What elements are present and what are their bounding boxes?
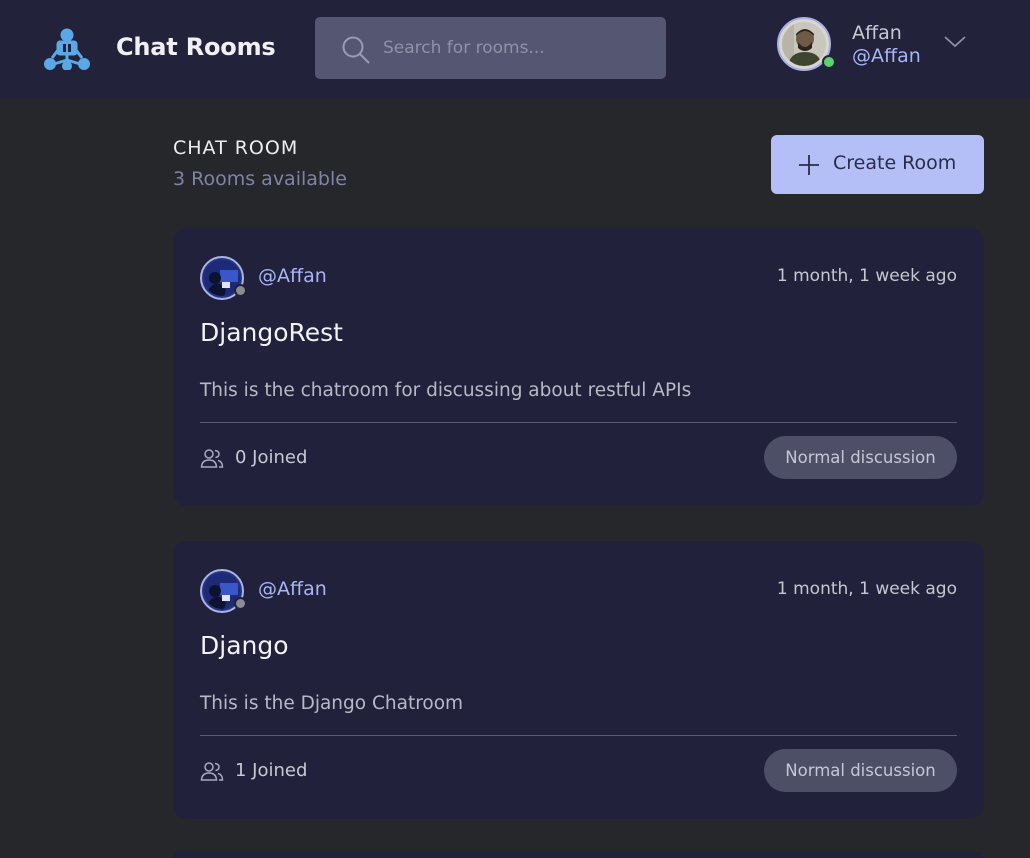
host-handle[interactable]: @Affan (258, 578, 327, 600)
joined-count: 1 Joined (235, 760, 308, 781)
room-title[interactable]: DjangoRest (200, 318, 343, 347)
top-header: Chat Rooms Affan @Affan (0, 0, 1030, 99)
room-timestamp: 1 month, 1 week ago (776, 266, 957, 286)
search-icon (342, 36, 370, 64)
room-title[interactable]: Django (200, 631, 289, 660)
room-timestamp: 1 month, 1 week ago (776, 579, 957, 599)
room-card[interactable]: @Affan 1 month, 1 week ago DjangoRest Th… (173, 228, 984, 506)
plus-icon (799, 155, 819, 175)
user-avatar-image (782, 22, 826, 66)
host-status-dot (234, 597, 247, 610)
room-card[interactable] (173, 852, 984, 858)
people-icon (200, 762, 224, 781)
online-status-dot (822, 55, 836, 69)
search-bar[interactable] (315, 17, 666, 79)
user-avatar[interactable] (777, 17, 836, 71)
topic-badge[interactable]: Normal discussion (764, 749, 957, 792)
joined-count: 0 Joined (235, 447, 308, 468)
host-avatar[interactable] (200, 256, 247, 300)
rooms-count: 3 Rooms available (173, 168, 347, 190)
room-card[interactable]: @Affan 1 month, 1 week ago Django This i… (173, 541, 984, 819)
host-avatar[interactable] (200, 569, 247, 613)
chat-rooms-logo-icon[interactable] (44, 28, 90, 70)
card-divider (200, 422, 957, 423)
section-title: CHAT ROOM (173, 137, 299, 159)
host-status-dot (234, 284, 247, 297)
user-name[interactable]: Affan (852, 22, 902, 44)
topic-badge[interactable]: Normal discussion (764, 436, 957, 479)
user-handle[interactable]: @Affan (852, 45, 921, 67)
card-divider (200, 735, 957, 736)
chevron-down-icon[interactable] (942, 32, 968, 50)
create-room-label: Create Room (833, 152, 957, 174)
room-description: This is the chatroom for discussing abou… (200, 380, 692, 401)
brand-title[interactable]: Chat Rooms (116, 33, 276, 61)
create-room-button[interactable]: Create Room (771, 135, 984, 194)
search-input[interactable] (383, 33, 653, 63)
people-icon (200, 449, 224, 468)
host-handle[interactable]: @Affan (258, 265, 327, 287)
room-description: This is the Django Chatroom (200, 693, 464, 714)
